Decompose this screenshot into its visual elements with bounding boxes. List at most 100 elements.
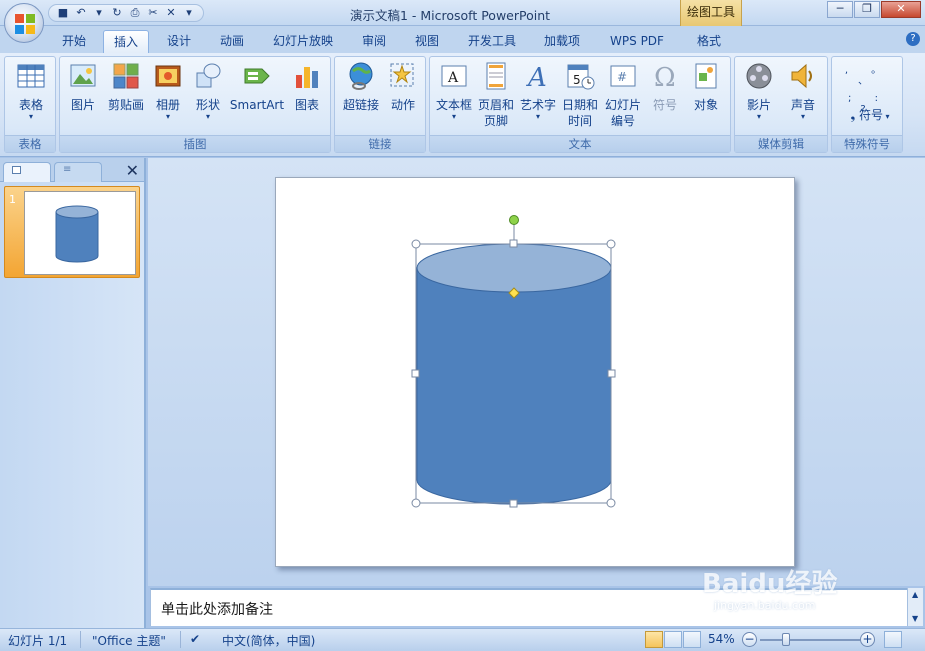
- omega-icon: Ω: [654, 63, 676, 91]
- window-controls: ─ ❐ ✕: [827, 1, 921, 18]
- delete-icon[interactable]: ✕: [163, 5, 179, 21]
- maximize-button[interactable]: ❐: [854, 1, 880, 18]
- customize-qat-icon[interactable]: ▾: [181, 5, 197, 21]
- chart-button[interactable]: 图表: [288, 61, 326, 113]
- close-button[interactable]: ✕: [881, 1, 921, 18]
- theme-name: "Office 主题": [92, 634, 166, 648]
- chart-icon: [296, 67, 318, 88]
- resize-handle-bottom[interactable]: [509, 499, 518, 508]
- redo-icon[interactable]: ↻: [109, 5, 125, 21]
- resize-handle-bottom-right[interactable]: [606, 498, 616, 508]
- slide-thumbnail-selected[interactable]: 1: [4, 186, 140, 278]
- fit-to-window-button[interactable]: [884, 631, 902, 648]
- divider: [80, 631, 81, 648]
- tab-format[interactable]: 格式: [686, 30, 732, 53]
- undo-icon[interactable]: ↶: [73, 5, 89, 21]
- textbox-icon: A: [441, 65, 467, 87]
- zoom-slider-track[interactable]: [760, 639, 860, 641]
- shapes-button[interactable]: 形状 ▾: [190, 61, 226, 121]
- slide-canvas[interactable]: [275, 177, 795, 567]
- slideshow-view-button[interactable]: [683, 631, 701, 648]
- tab-slides-view[interactable]: [3, 162, 51, 182]
- print-preview-icon[interactable]: ⎙: [127, 5, 143, 21]
- dropdown-arrow-icon: ▾: [882, 112, 890, 121]
- dropdown-arrow-icon: ▾: [800, 112, 805, 121]
- dropdown-arrow-icon: ▾: [756, 112, 761, 121]
- slide-number-button[interactable]: # 幻灯片编号: [602, 61, 644, 129]
- group-label: 表格: [5, 135, 55, 152]
- zoom-level: 54%: [708, 632, 735, 646]
- resize-handle-top-left[interactable]: [411, 239, 421, 249]
- slides-panel: ≡ ✕ 1: [0, 158, 146, 628]
- sound-button[interactable]: 声音 ▾: [783, 61, 823, 121]
- tab-animation[interactable]: 动画: [210, 30, 254, 53]
- cut-icon[interactable]: ✂: [145, 5, 161, 21]
- spellcheck-icon[interactable]: ✔: [190, 632, 200, 646]
- minimize-button[interactable]: ─: [827, 1, 853, 18]
- sound-icon: [791, 63, 812, 89]
- object-button[interactable]: 对象: [686, 61, 726, 113]
- table-button[interactable]: 表格 ▾: [9, 61, 53, 121]
- textbox-button[interactable]: A 文本框 ▾: [434, 61, 474, 121]
- action-button[interactable]: 动作: [383, 61, 423, 113]
- group-table: 表格 ▾ 表格: [4, 56, 56, 153]
- movie-button[interactable]: 影片 ▾: [739, 61, 779, 121]
- notes-placeholder[interactable]: 单击此处添加备注: [161, 599, 273, 619]
- group-text: A 文本框 ▾ 页眉和页脚 A 艺术字 ▾ 5 日期和时间 # 幻灯片编号 Ω …: [429, 56, 731, 153]
- normal-view-button[interactable]: [645, 631, 663, 648]
- dropdown-arrow-icon: ▾: [165, 112, 170, 121]
- special-symbol-icon: ❟: [850, 108, 859, 122]
- notes-scrollbar[interactable]: ▲ ▼: [907, 588, 923, 626]
- dropdown-arrow-icon: ▾: [535, 112, 540, 121]
- office-button[interactable]: [4, 3, 44, 43]
- header-footer-button[interactable]: 页眉和页脚: [476, 61, 516, 129]
- resize-handle-left[interactable]: [411, 369, 420, 378]
- close-icon[interactable]: ✕: [126, 161, 139, 180]
- datetime-button[interactable]: 5 日期和时间: [560, 61, 600, 129]
- wordart-button[interactable]: A 艺术字 ▾: [518, 61, 558, 121]
- scroll-down-icon[interactable]: ▼: [912, 614, 918, 623]
- tab-view[interactable]: 视图: [405, 30, 449, 53]
- save-icon[interactable]: ■: [55, 5, 71, 21]
- group-links: 超链接 动作 链接: [334, 56, 426, 153]
- symbol-button[interactable]: Ω 符号: [646, 61, 684, 113]
- slide-info: 幻灯片 1/1: [8, 634, 68, 648]
- rotation-handle[interactable]: [509, 215, 519, 225]
- slide-thumbnail[interactable]: [24, 191, 136, 275]
- zoom-out-button[interactable]: −: [742, 632, 757, 647]
- tab-outline-view[interactable]: ≡: [54, 162, 102, 182]
- tab-home[interactable]: 开始: [52, 30, 96, 53]
- tab-wps-pdf[interactable]: WPS PDF: [598, 30, 676, 53]
- tab-slideshow[interactable]: 幻灯片放映: [263, 30, 343, 53]
- action-icon: [390, 63, 414, 87]
- tab-design[interactable]: 设计: [157, 30, 201, 53]
- clipart-button[interactable]: 剪贴画: [104, 61, 148, 113]
- hyperlink-icon: [349, 62, 373, 90]
- ribbon-tab-row: 开始 插入 设计 动画 幻灯片放映 审阅 视图 开发工具 加载项 WPS PDF…: [0, 26, 925, 53]
- resize-handle-top[interactable]: [509, 239, 518, 248]
- cylinder-shape[interactable]: [276, 178, 796, 568]
- album-button[interactable]: 相册 ▾: [150, 61, 186, 121]
- help-icon[interactable]: ?: [906, 32, 920, 46]
- dropdown-arrow-icon: ▾: [451, 112, 456, 121]
- resize-handle-bottom-left[interactable]: [411, 498, 421, 508]
- zoom-in-button[interactable]: +: [860, 632, 875, 647]
- hyperlink-button[interactable]: 超链接: [339, 61, 383, 113]
- group-media: 影片 ▾ 声音 ▾ 媒体剪辑: [734, 56, 828, 153]
- header-footer-icon: [486, 62, 506, 90]
- tab-insert[interactable]: 插入: [103, 30, 149, 53]
- scroll-up-icon[interactable]: ▲: [912, 590, 918, 599]
- slide-sorter-view-button[interactable]: [664, 631, 682, 648]
- smartart-button[interactable]: SmartArt: [228, 61, 286, 113]
- tab-review[interactable]: 审阅: [352, 30, 396, 53]
- tab-addins[interactable]: 加载项: [534, 30, 590, 53]
- special-symbol-button[interactable]: ❟ 符号 ▾: [840, 107, 900, 125]
- resize-handle-right[interactable]: [607, 369, 616, 378]
- zoom-slider-thumb[interactable]: [782, 633, 790, 646]
- tab-developer[interactable]: 开发工具: [458, 30, 526, 53]
- dropdown-arrow-icon[interactable]: ▾: [91, 5, 107, 21]
- picture-button[interactable]: 图片: [64, 61, 102, 113]
- slide-editing-area: [148, 158, 925, 586]
- svg-text:A: A: [526, 63, 547, 91]
- resize-handle-top-right[interactable]: [606, 239, 616, 249]
